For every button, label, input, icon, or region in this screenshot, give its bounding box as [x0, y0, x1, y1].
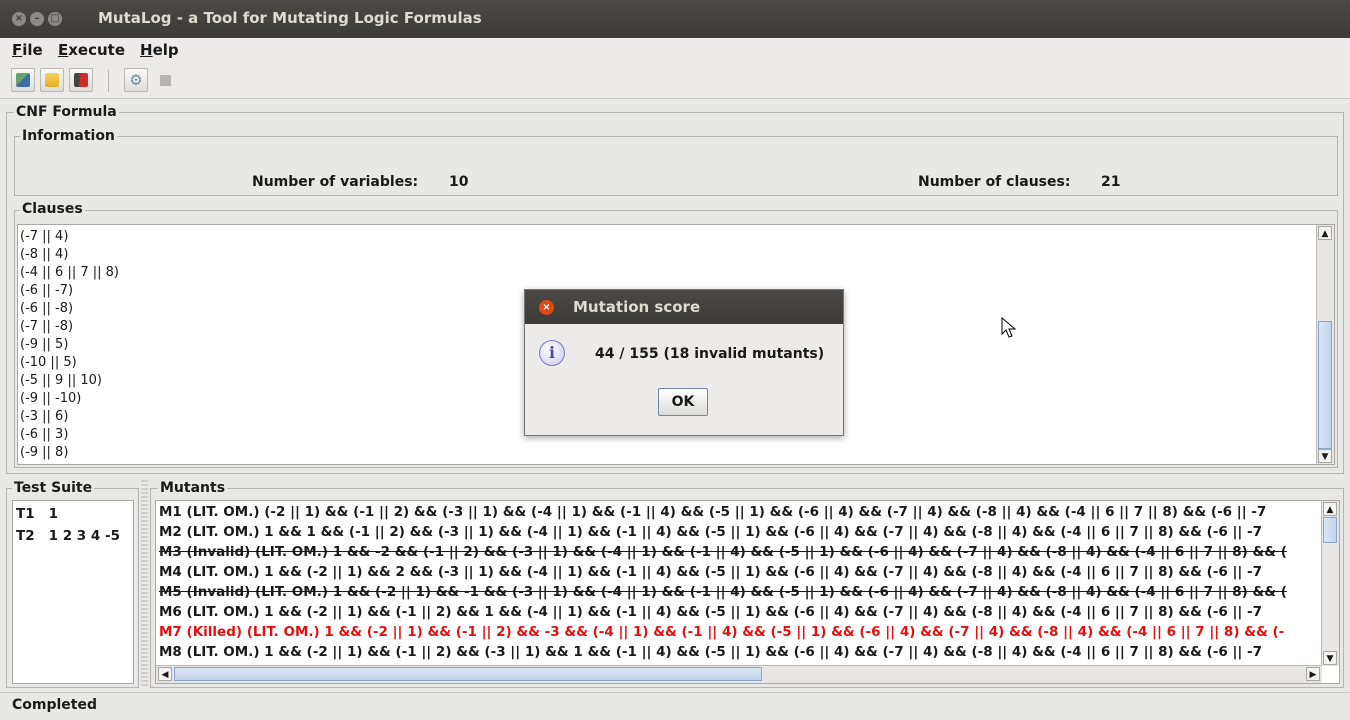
window-titlebar: × – □ MutaLog - a Tool for Mutating Logi…: [0, 0, 1350, 38]
scroll-down-icon[interactable]: ▼: [1323, 651, 1337, 665]
variables-label: Number of variables:: [252, 174, 419, 190]
status-bar: Completed: [0, 692, 1350, 720]
scroll-down-icon[interactable]: ▼: [1318, 449, 1332, 463]
mutants-vscroll-thumb[interactable]: [1323, 517, 1337, 543]
exit-button[interactable]: [69, 68, 93, 92]
mutants-list[interactable]: M1 (LIT. OM.) (-2 || 1) && (-1 || 2) && …: [155, 500, 1340, 684]
test-id: T2: [16, 528, 35, 544]
dialog-close-icon[interactable]: ×: [539, 300, 554, 315]
mouse-cursor-icon: [1001, 317, 1017, 338]
window-minimize-icon[interactable]: –: [30, 12, 44, 26]
clauses-vertical-scrollbar[interactable]: ▲ ▼: [1316, 225, 1334, 464]
menu-help[interactable]: Help: [140, 41, 179, 59]
scroll-up-icon[interactable]: ▲: [1318, 226, 1332, 240]
variables-value: 10: [449, 174, 469, 190]
test-value: 1 2 3 4 -5: [48, 528, 120, 544]
list-item[interactable]: M2 (LIT. OM.) 1 && 1 && (-1 || 2) && (-3…: [159, 522, 1319, 542]
open-folder-button[interactable]: [40, 68, 64, 92]
stop-icon: [160, 75, 171, 86]
list-item[interactable]: T1 1: [16, 506, 58, 522]
clauses-count-value: 21: [1101, 174, 1121, 190]
execute-button[interactable]: ⚙: [124, 68, 148, 92]
list-item[interactable]: M5 (Invalid) (LIT. OM.) 1 && (-2 || 1) &…: [159, 582, 1319, 602]
list-item: (-7 || 4): [20, 229, 69, 244]
cnf-formula-title: CNF Formula: [14, 104, 119, 120]
exit-icon: [74, 73, 88, 87]
test-suite-title: Test Suite: [12, 480, 95, 496]
menu-file[interactable]: File: [12, 41, 43, 59]
mutants-vertical-scrollbar[interactable]: ▲ ▼: [1321, 501, 1339, 666]
information-title: Information: [20, 128, 117, 144]
menubar: File Execute Help: [0, 38, 1350, 62]
list-item[interactable]: M8 (LIT. OM.) 1 && (-2 || 1) && (-1 || 2…: [159, 642, 1319, 662]
status-text: Completed: [12, 697, 98, 713]
test-id: T1: [16, 506, 35, 522]
ok-button[interactable]: OK: [658, 388, 708, 416]
list-item: (-8 || 4): [20, 247, 69, 262]
open-file-button[interactable]: [11, 68, 35, 92]
clauses-title: Clauses: [20, 201, 85, 217]
mutation-score-dialog: × Mutation score i 44 / 155 (18 invalid …: [524, 289, 844, 436]
clauses-scroll-thumb[interactable]: [1318, 321, 1332, 449]
list-item[interactable]: M4 (LIT. OM.) 1 && (-2 || 1) && 2 && (-3…: [159, 562, 1319, 582]
scroll-right-icon[interactable]: ▶: [1306, 667, 1320, 681]
list-item[interactable]: T2 1 2 3 4 -5: [16, 528, 120, 544]
mutants-title: Mutants: [158, 480, 228, 496]
mutants-list-content: M1 (LIT. OM.) (-2 || 1) && (-1 || 2) && …: [159, 502, 1319, 665]
window-close-icon[interactable]: ×: [12, 12, 26, 26]
toolbar: ⚙: [0, 62, 1350, 99]
toolbar-separator: [108, 70, 109, 92]
list-item: (-4 || 6 || 7 || 8): [20, 265, 119, 280]
open-file-icon: [16, 73, 30, 87]
scroll-up-icon[interactable]: ▲: [1323, 502, 1337, 516]
list-item[interactable]: M1 (LIT. OM.) (-2 || 1) && (-1 || 2) && …: [159, 502, 1319, 522]
dialog-titlebar: × Mutation score: [525, 290, 843, 324]
list-item[interactable]: M3 (Invalid) (LIT. OM.) 1 && -2 && (-1 |…: [159, 542, 1319, 562]
test-suite-list[interactable]: T1 1 T2 1 2 3 4 -5: [12, 500, 134, 684]
test-value: 1: [48, 506, 59, 522]
clauses-count-label: Number of clauses:: [918, 174, 1071, 190]
menu-execute[interactable]: Execute: [58, 41, 125, 59]
list-item[interactable]: M6 (LIT. OM.) 1 && (-2 || 1) && (-1 || 2…: [159, 602, 1319, 622]
window-title: MutaLog - a Tool for Mutating Logic Form…: [98, 9, 482, 27]
mutants-horizontal-scrollbar[interactable]: ◀ ▶: [156, 665, 1322, 683]
gear-icon: ⚙: [129, 71, 143, 89]
dialog-title: Mutation score: [573, 298, 701, 316]
mutants-hscroll-thumb[interactable]: [174, 667, 762, 681]
open-folder-icon: [45, 73, 59, 87]
list-item: (-9 || 8): [20, 445, 69, 460]
info-icon: i: [539, 340, 565, 366]
stop-button[interactable]: [153, 68, 177, 92]
list-item[interactable]: M7 (Killed) (LIT. OM.) 1 && (-2 || 1) &&…: [159, 622, 1319, 642]
window-maximize-icon[interactable]: □: [48, 12, 62, 26]
panel-splitter[interactable]: [141, 480, 148, 688]
information-panel: [14, 136, 1338, 196]
dialog-message: 44 / 155 (18 invalid mutants): [595, 346, 825, 362]
scroll-left-icon[interactable]: ◀: [158, 667, 172, 681]
